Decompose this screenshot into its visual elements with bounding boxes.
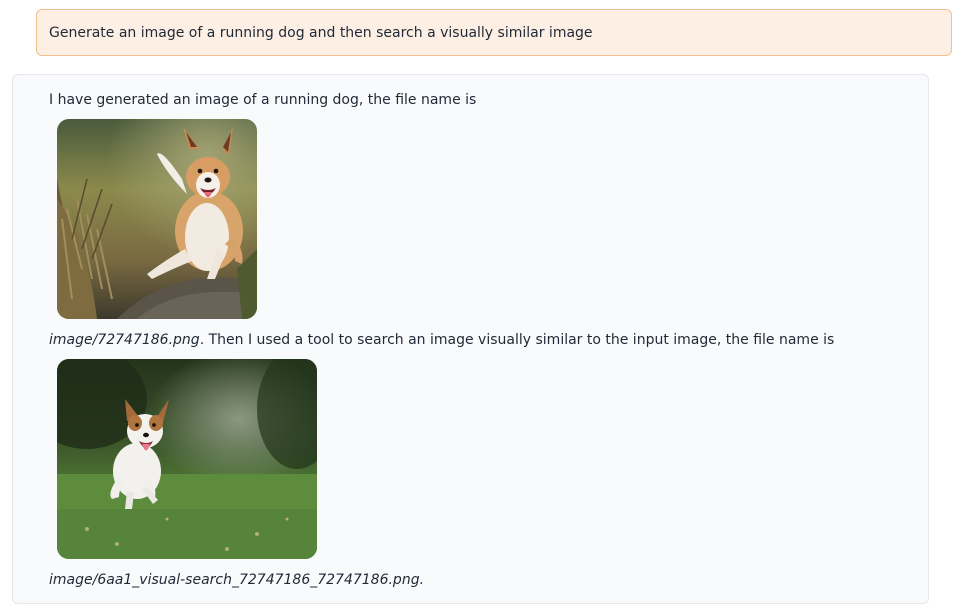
user-message-text: Generate an image of a running dog and t… [49,25,593,41]
assistant-message-bubble: I have generated an image of a running d… [12,74,929,604]
assistant-intro-text: I have generated an image of a running d… [49,92,477,108]
generated-dog-illustration [57,119,257,319]
generated-dog-image[interactable] [57,119,257,319]
similar-dog-image[interactable] [57,359,317,559]
user-message-bubble: Generate an image of a running dog and t… [36,9,952,56]
assistant-middle-text: image/72747186.png. Then I used a tool t… [49,331,834,350]
similar-image-filename: image/6aa1_visual-search_72747186_727471… [49,572,420,588]
generated-image-filename: image/72747186.png [49,332,200,348]
chat-page: Generate an image of a running dog and t… [0,0,961,614]
similar-image-filename-period: . [419,572,425,588]
search-description-text: Then I used a tool to search an image vi… [204,332,835,348]
assistant-final-text: image/6aa1_visual-search_72747186_727471… [49,571,424,590]
similar-dog-illustration [57,359,317,559]
